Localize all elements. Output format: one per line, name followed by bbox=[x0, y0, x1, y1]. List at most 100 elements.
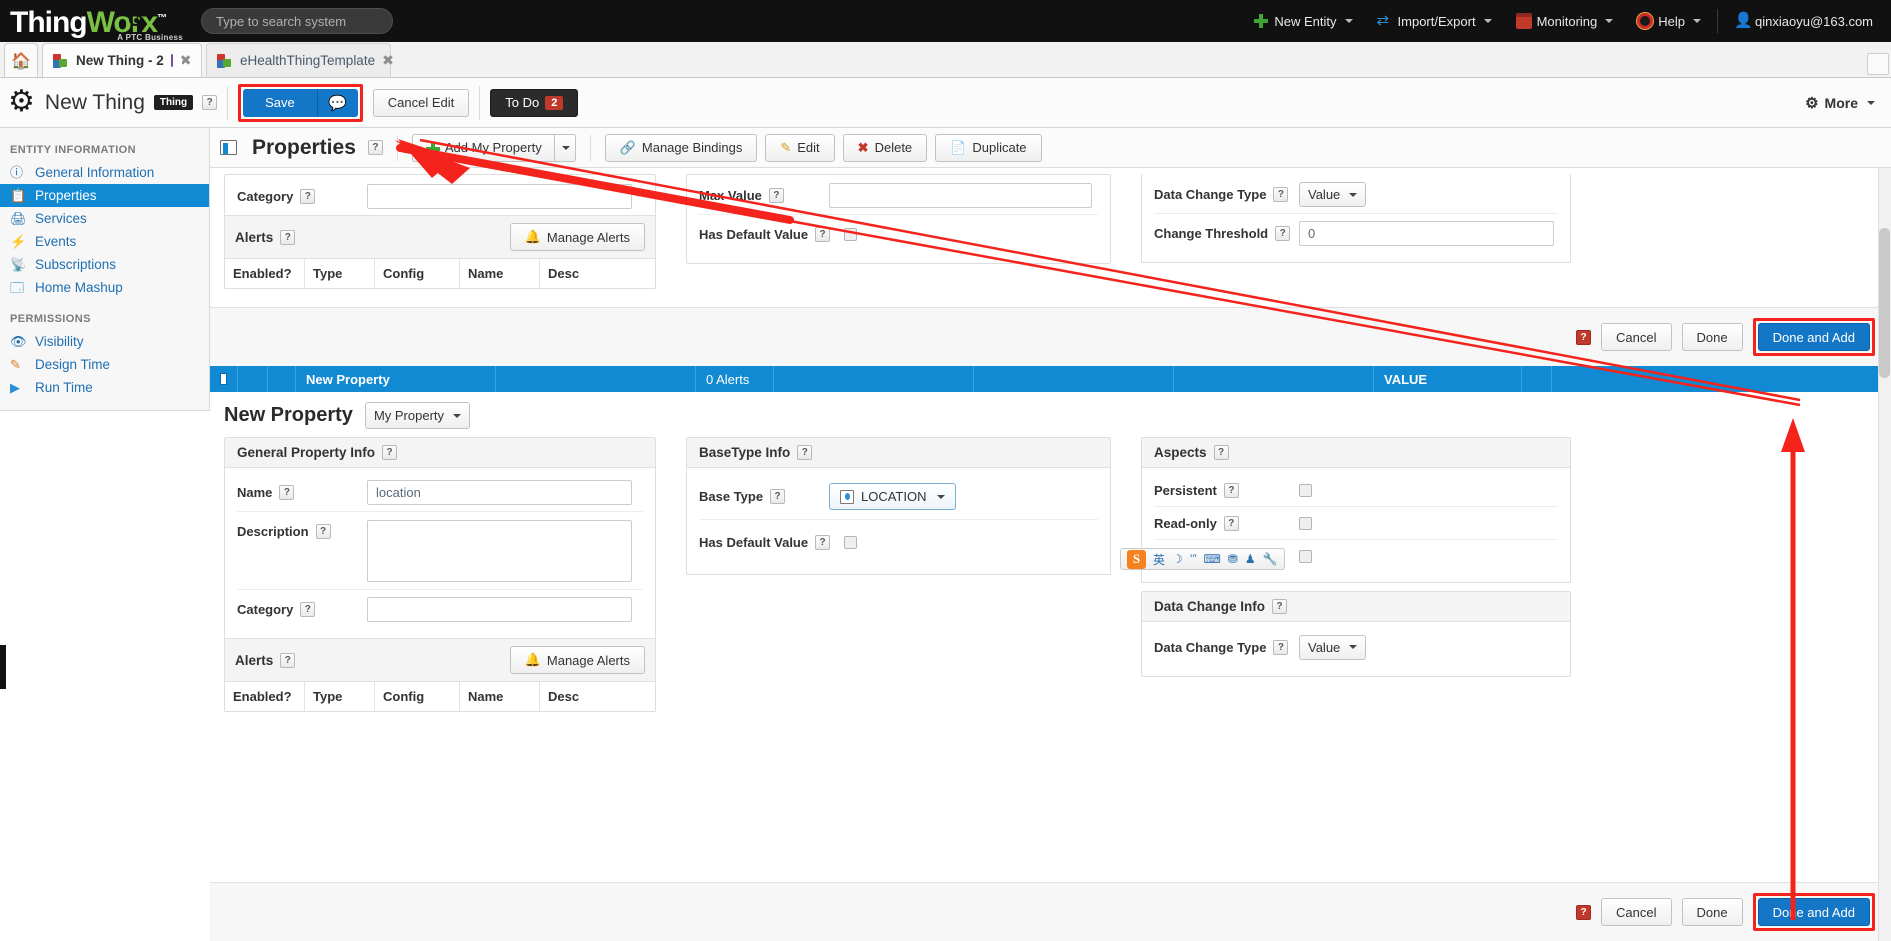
sogou-ime-logo-icon[interactable]: S bbox=[1127, 549, 1146, 569]
sidebar-item-properties[interactable]: 📋 Properties bbox=[0, 184, 209, 207]
add-my-property-button[interactable]: Add My Property bbox=[411, 133, 554, 162]
duplicate-button[interactable]: 📄 Duplicate bbox=[935, 133, 1042, 162]
upper-change-threshold-input[interactable] bbox=[1299, 220, 1554, 246]
lower-has-default-checkbox[interactable] bbox=[844, 535, 857, 549]
basetype-info-card: BaseType Info ? Base Type ? LOCATION Has… bbox=[686, 437, 1111, 575]
lower-alerts-help-icon[interactable]: ? bbox=[280, 652, 296, 668]
events-icon: ⚡ bbox=[10, 233, 27, 249]
ime-toolbar[interactable]: S 英 ☽ ’” ⌨ ⛃ ♟ 🔧 bbox=[1120, 548, 1285, 570]
scrollbar-thumb[interactable] bbox=[1879, 228, 1890, 378]
lower-category-help-icon[interactable]: ? bbox=[300, 601, 316, 617]
description-help-icon[interactable]: ? bbox=[315, 524, 331, 539]
cancel-edit-button[interactable]: Cancel Edit bbox=[372, 88, 470, 117]
upper-category-input[interactable] bbox=[367, 183, 632, 209]
todo-button[interactable]: To Do 2 bbox=[490, 88, 579, 117]
tab-ehealththingtemplate[interactable]: eHealthThingTemplate ✖ bbox=[206, 43, 394, 77]
more-menu-button[interactable]: ⚙ More bbox=[1805, 94, 1875, 112]
upper-max-value-input[interactable] bbox=[829, 183, 1092, 208]
sidebar-item-design-time[interactable]: ✎ Design Time bbox=[0, 353, 209, 376]
lower-data-change-type-help-icon[interactable]: ? bbox=[1273, 639, 1289, 655]
upper-data-change-type-help-icon[interactable]: ? bbox=[1273, 187, 1289, 202]
upper-done-and-add-button[interactable]: Done and Add bbox=[1757, 323, 1870, 351]
upper-footer-help-icon[interactable]: ? bbox=[1576, 329, 1592, 345]
manage-bindings-button[interactable]: 🔗 Manage Bindings bbox=[604, 133, 758, 162]
row-checkbox[interactable] bbox=[220, 373, 227, 385]
lower-has-default-help-icon[interactable]: ? bbox=[815, 534, 831, 550]
upper-data-change-type-select[interactable]: Value bbox=[1299, 182, 1367, 207]
alerts-col-type: Type bbox=[305, 259, 375, 288]
nav-import-export[interactable]: ⇄ Import/Export bbox=[1365, 0, 1504, 42]
sidebar-item-events[interactable]: ⚡ Events bbox=[0, 230, 209, 253]
upper-done-and-add-highlight: Done and Add bbox=[1752, 318, 1875, 356]
ime-emoji-icon[interactable]: ⛃ bbox=[1228, 552, 1238, 566]
properties-help-icon[interactable]: ? bbox=[367, 140, 383, 155]
description-textarea[interactable] bbox=[367, 520, 632, 582]
lower-done-button[interactable]: Done bbox=[1681, 898, 1743, 926]
sidebar-item-visibility[interactable]: 👁 Visibility bbox=[0, 330, 209, 353]
sidebar-item-home-mashup[interactable]: 🗔 Home Mashup bbox=[0, 276, 209, 299]
home-icon[interactable]: 🏠 bbox=[4, 43, 38, 77]
hidden-aspect-checkbox[interactable] bbox=[1299, 549, 1312, 563]
ime-moon-icon[interactable]: ☽ bbox=[1172, 552, 1183, 566]
persistent-checkbox[interactable] bbox=[1299, 483, 1312, 497]
thingworx-logo[interactable]: ThingWorx™ A PTC Business bbox=[10, 2, 185, 43]
ime-toolbox-icon[interactable]: ♟ bbox=[1245, 552, 1256, 566]
upper-data-change-type-value: Value bbox=[1308, 187, 1341, 202]
nav-help[interactable]: Help bbox=[1625, 0, 1713, 42]
my-property-select[interactable]: My Property bbox=[364, 402, 471, 429]
lower-cancel-button[interactable]: Cancel bbox=[1601, 898, 1672, 926]
upper-done-button[interactable]: Done bbox=[1681, 323, 1743, 351]
sidebar-item-general-information[interactable]: ⓘ General Information bbox=[0, 161, 209, 184]
search-input[interactable] bbox=[201, 8, 393, 34]
data-change-info-help-icon[interactable]: ? bbox=[1272, 599, 1288, 614]
top-navigation-bar: ThingWorx™ A PTC Business New Entity ⇄ I… bbox=[0, 0, 1891, 42]
entity-help-icon[interactable]: ? bbox=[202, 95, 218, 110]
lower-data-change-type-select[interactable]: Value bbox=[1299, 634, 1367, 660]
lower-done-and-add-button[interactable]: Done and Add bbox=[1757, 898, 1870, 926]
tab-new-thing-2[interactable]: New Thing - 2 ✖ bbox=[42, 43, 202, 77]
upper-has-default-help-icon[interactable]: ? bbox=[815, 226, 831, 242]
lower-category-input[interactable] bbox=[367, 596, 632, 622]
general-property-info-help-icon[interactable]: ? bbox=[382, 445, 398, 460]
add-my-property-dropdown[interactable] bbox=[553, 133, 576, 162]
upper-change-threshold-help-icon[interactable]: ? bbox=[1275, 225, 1291, 241]
save-floppy-icon bbox=[170, 54, 182, 67]
basetype-info-help-icon[interactable]: ? bbox=[797, 445, 813, 460]
sidebar-item-services[interactable]: 🖨 Services bbox=[0, 207, 209, 230]
sidebar-item-subscriptions[interactable]: 📡 Subscriptions bbox=[0, 253, 209, 276]
lower-footer-help-icon[interactable]: ? bbox=[1576, 904, 1592, 920]
upper-alerts-help-icon[interactable]: ? bbox=[280, 229, 296, 245]
readonly-help-icon[interactable]: ? bbox=[1223, 515, 1239, 531]
edit-button[interactable]: ✎ Edit bbox=[765, 133, 835, 162]
save-button[interactable]: Save bbox=[243, 88, 318, 117]
tabstrip-overflow-button[interactable] bbox=[1867, 53, 1889, 75]
aspects-help-icon[interactable]: ? bbox=[1213, 445, 1229, 460]
name-help-icon[interactable]: ? bbox=[279, 485, 295, 500]
upper-category-help-icon[interactable]: ? bbox=[300, 188, 316, 204]
upper-has-default-checkbox[interactable] bbox=[844, 227, 857, 241]
ime-keyboard-icon[interactable]: ⌨ bbox=[1203, 552, 1220, 566]
close-icon[interactable]: ✖ bbox=[382, 52, 394, 69]
sidebar-group-title-entity-information: ENTITY INFORMATION bbox=[10, 144, 136, 156]
nav-new-entity[interactable]: New Entity bbox=[1241, 0, 1364, 42]
delete-button[interactable]: ✖ Delete bbox=[842, 133, 928, 162]
lower-manage-alerts-button[interactable]: 🔔 Manage Alerts bbox=[509, 646, 645, 674]
property-list-row[interactable]: New Property 0 Alerts VALUE bbox=[210, 366, 1891, 392]
row-select-checkbox-cell[interactable] bbox=[210, 366, 238, 392]
upper-manage-alerts-button[interactable]: 🔔 Manage Alerts bbox=[509, 223, 645, 251]
nav-monitoring[interactable]: Monitoring bbox=[1504, 0, 1626, 42]
upper-max-value-help-icon[interactable]: ? bbox=[768, 188, 784, 203]
ime-punctuation-icon[interactable]: ’” bbox=[1190, 552, 1197, 566]
sidebar-item-run-time[interactable]: ▶ Run Time bbox=[0, 376, 209, 399]
ime-settings-wrench-icon[interactable]: 🔧 bbox=[1263, 552, 1278, 566]
upper-cancel-button[interactable]: Cancel bbox=[1601, 323, 1672, 351]
vertical-scrollbar[interactable] bbox=[1878, 168, 1891, 941]
persistent-help-icon[interactable]: ? bbox=[1223, 482, 1239, 498]
base-type-select[interactable]: LOCATION bbox=[829, 483, 956, 510]
save-comment-button[interactable]: 💬 bbox=[317, 88, 358, 117]
base-type-help-icon[interactable]: ? bbox=[770, 489, 786, 504]
readonly-checkbox[interactable] bbox=[1299, 516, 1312, 530]
name-input[interactable] bbox=[367, 480, 632, 505]
user-account-menu[interactable]: 👤 qinxiaoyu@163.com bbox=[1722, 0, 1885, 42]
ime-language-icon[interactable]: 英 bbox=[1153, 551, 1165, 568]
